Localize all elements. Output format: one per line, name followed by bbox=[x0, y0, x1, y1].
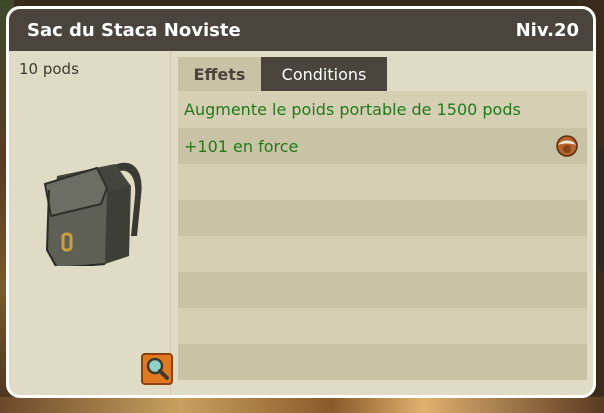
item-name: Sac du Staca Noviste bbox=[27, 19, 241, 41]
effect-row: +101 en force bbox=[178, 128, 587, 164]
tab-conditions[interactable]: Conditions bbox=[261, 57, 387, 91]
item-preview-pane: 10 pods bbox=[9, 51, 173, 395]
item-level: Niv.20 bbox=[515, 19, 579, 41]
effect-text: +101 en force bbox=[184, 136, 299, 156]
game-background-right bbox=[598, 150, 604, 270]
effect-text: Augmente le poids portable de 1500 pods bbox=[184, 100, 521, 119]
item-weight: 10 pods bbox=[19, 60, 79, 78]
details-pane: Effets Conditions Augmente le poids port… bbox=[178, 51, 593, 395]
effects-list: Augmente le poids portable de 1500 pods … bbox=[178, 91, 587, 380]
title-bar: Sac du Staca Noviste Niv.20 bbox=[9, 9, 593, 51]
effect-row bbox=[178, 236, 587, 272]
effect-row bbox=[178, 200, 587, 236]
effect-row bbox=[178, 272, 587, 308]
tab-bar: Effets Conditions bbox=[178, 57, 387, 91]
effect-row bbox=[178, 308, 587, 344]
game-background-bottom bbox=[0, 397, 604, 413]
backpack-icon bbox=[43, 162, 142, 266]
magnifier-icon bbox=[146, 357, 169, 380]
effect-row bbox=[178, 164, 587, 200]
effect-row bbox=[178, 344, 587, 380]
zoom-button[interactable] bbox=[141, 353, 173, 385]
strength-element-icon bbox=[556, 135, 578, 157]
item-tooltip-window: Sac du Staca Noviste Niv.20 10 pods Effe… bbox=[6, 6, 596, 398]
tab-effets[interactable]: Effets bbox=[178, 57, 261, 91]
effect-row: Augmente le poids portable de 1500 pods bbox=[178, 91, 587, 128]
